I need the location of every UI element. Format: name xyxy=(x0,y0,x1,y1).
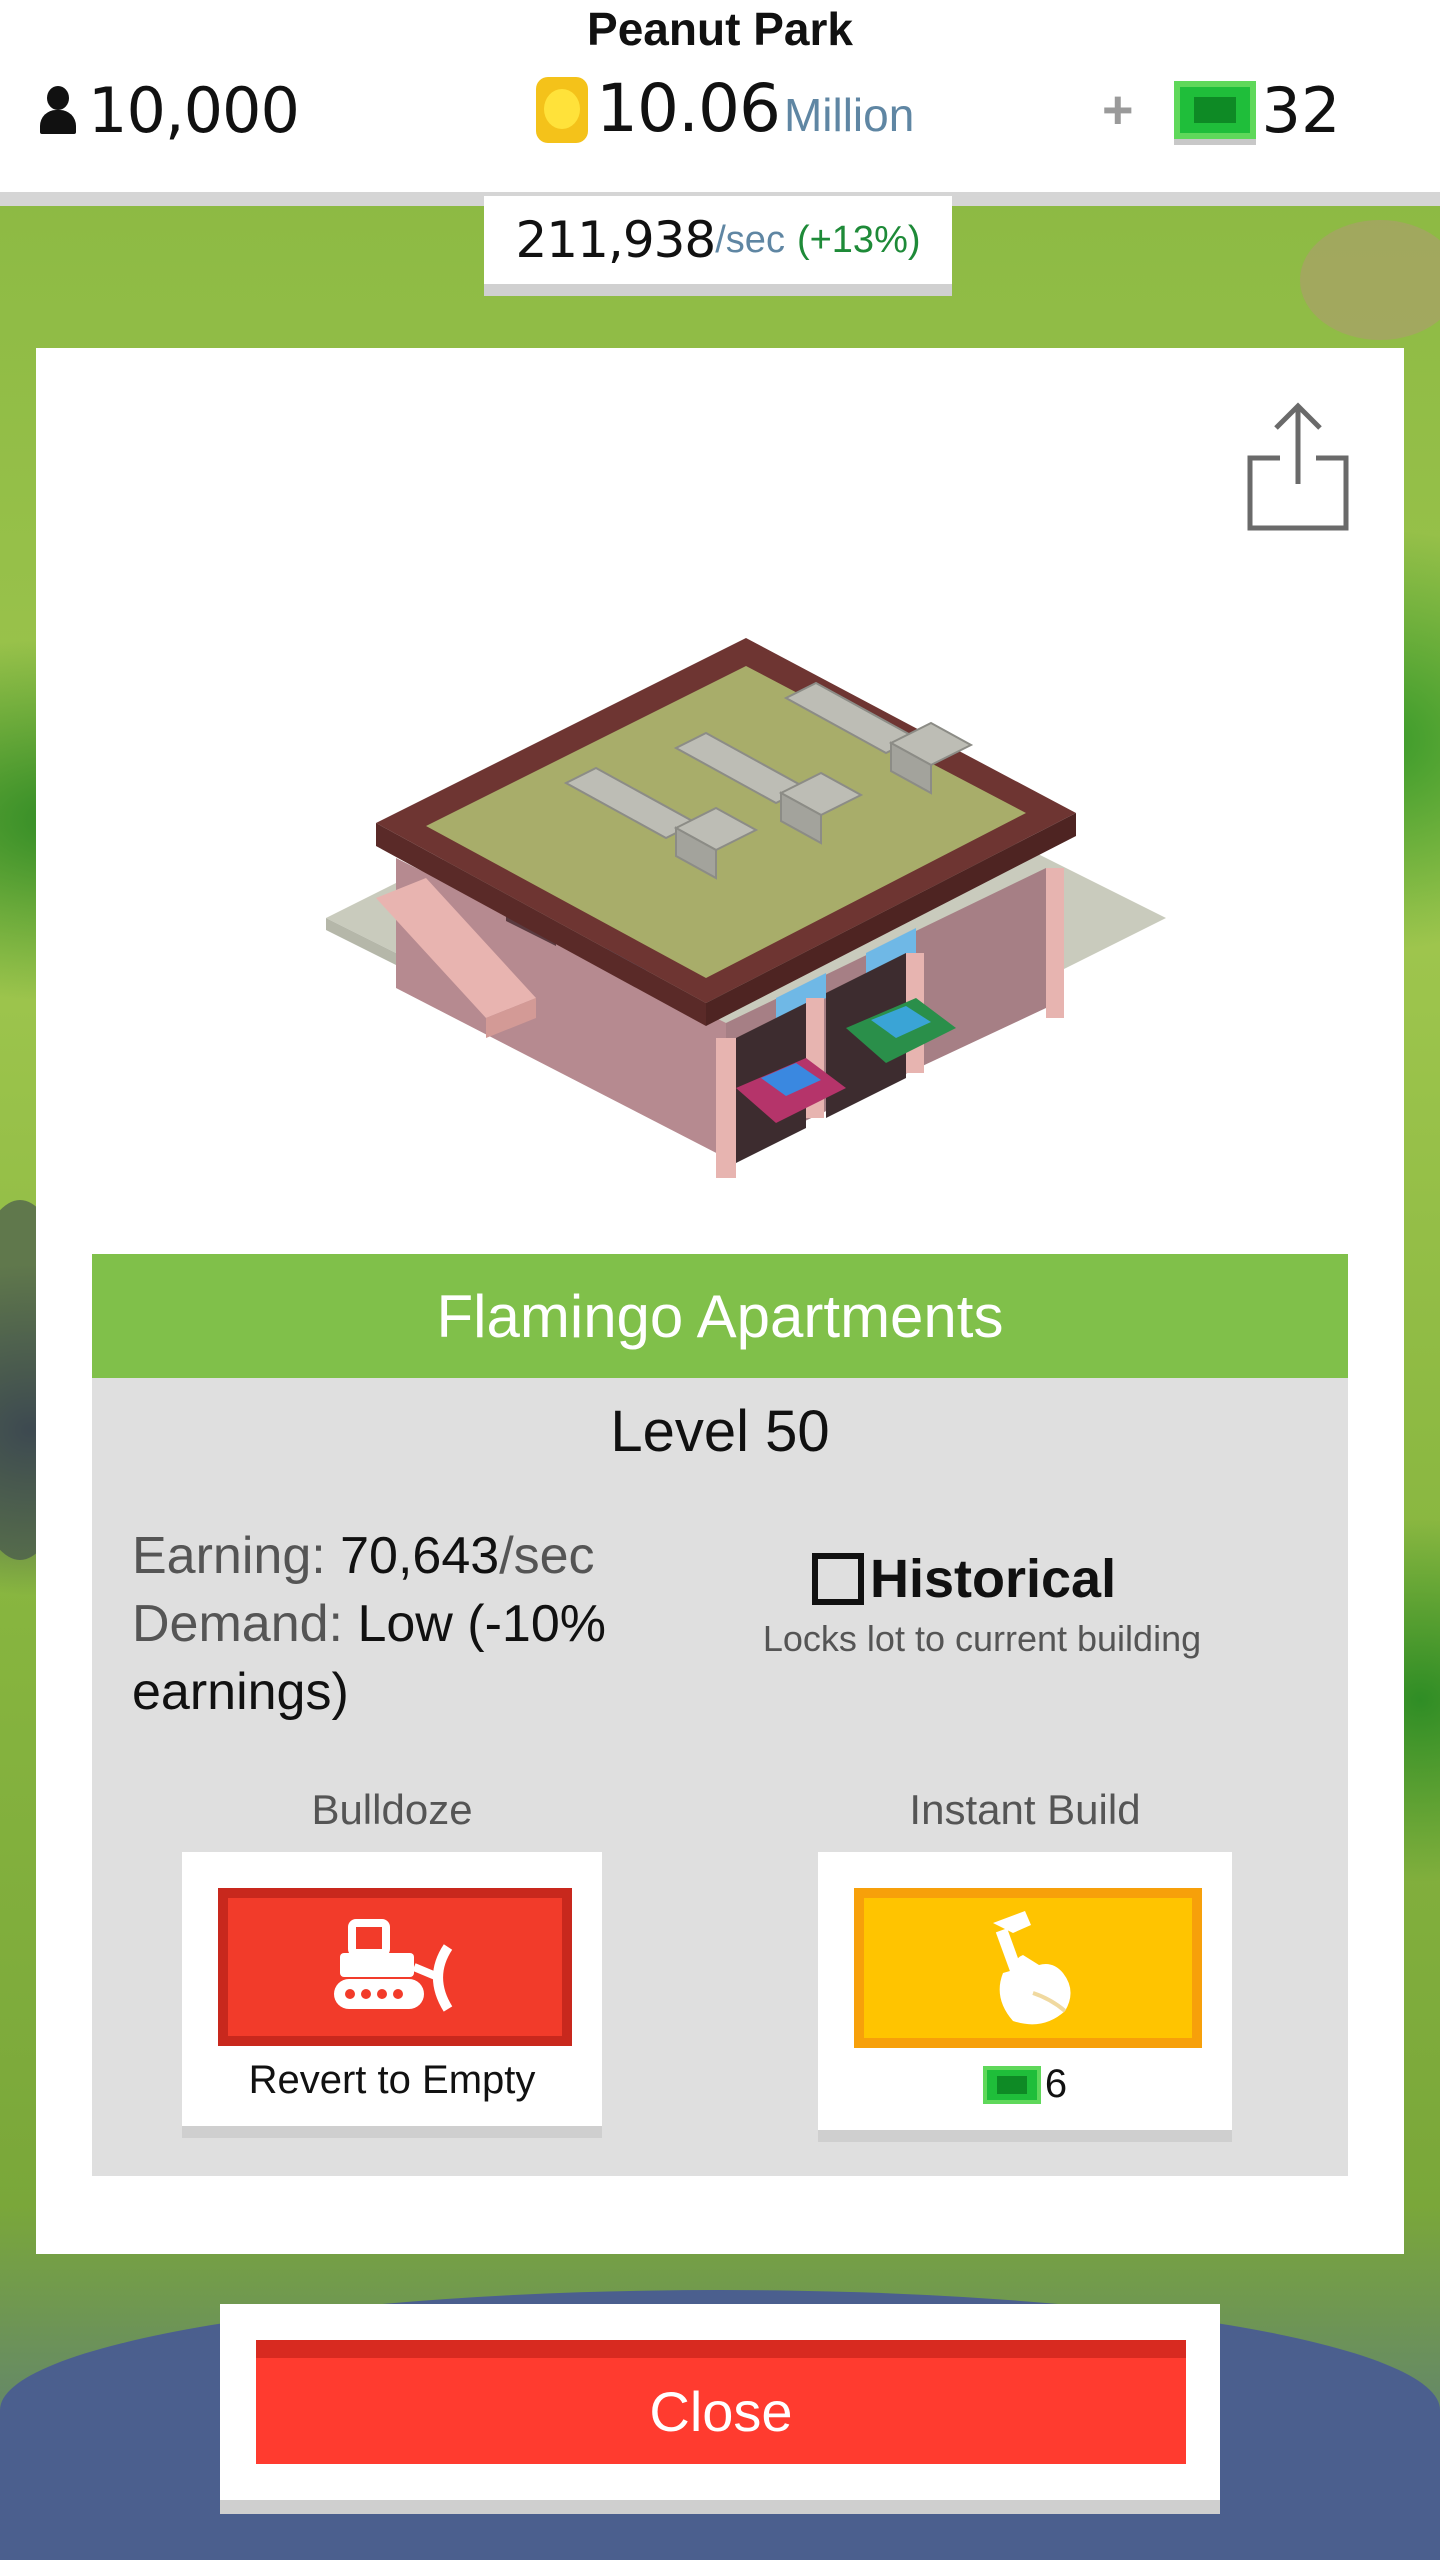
instant-build-button[interactable] xyxy=(854,1888,1202,2048)
population-counter: 10,000 xyxy=(38,72,300,148)
earning-label: Earning: xyxy=(132,1527,326,1585)
money-value: 10.06 xyxy=(596,70,781,147)
cash-icon xyxy=(1173,81,1256,139)
demand-row: Demand: Low (-10% earnings) xyxy=(132,1590,692,1726)
income-rate-tab: 211,938 /sec (+13%) xyxy=(484,196,952,296)
historical-note: Locks lot to current building xyxy=(762,1618,1202,1659)
instant-build-cost-value: 6 xyxy=(1044,2062,1068,2106)
buy-cash-button[interactable]: + xyxy=(1102,79,1134,141)
cash-counter[interactable]: + 32 xyxy=(1102,70,1340,150)
income-bonus: (+13%) xyxy=(796,218,921,261)
coin-icon xyxy=(536,77,588,143)
hammer-hand-icon xyxy=(993,1911,1071,2025)
close-container: Close xyxy=(220,2304,1220,2514)
cash-icon xyxy=(982,2065,1041,2104)
bulldoze-card: Revert to Empty xyxy=(182,1852,602,2138)
background-tree xyxy=(1300,220,1440,340)
historical-checkbox[interactable] xyxy=(812,1553,864,1605)
park-name: Peanut Park xyxy=(587,3,853,55)
earning-unit: /sec xyxy=(499,1527,595,1585)
instant-build-cost: 6 xyxy=(818,2062,1232,2107)
demand-label: Demand: xyxy=(132,1595,343,1653)
income-value: 211,938 xyxy=(515,211,716,269)
instant-build-label: Instant Build xyxy=(909,1786,1141,1833)
income-unit: /sec xyxy=(715,218,785,261)
historical-label[interactable]: Historical xyxy=(870,1548,1116,1610)
bulldoze-button[interactable] xyxy=(218,1888,572,2046)
historical-toggle[interactable]: Historical xyxy=(812,1548,1116,1610)
building-illustration xyxy=(326,638,1166,1178)
building-stats: Earning: 70,643/sec Demand: Low (-10% ea… xyxy=(132,1522,692,1726)
bulldozer-icon xyxy=(334,1919,453,2012)
cash-value: 32 xyxy=(1261,73,1341,147)
building-info-panel: Level 50 Earning: 70,643/sec Demand: Low… xyxy=(92,1378,1348,2176)
earning-row: Earning: 70,643/sec xyxy=(132,1522,692,1590)
instant-build-card: 6 xyxy=(818,1852,1232,2142)
earning-value: 70,643 xyxy=(340,1527,500,1585)
building-level: Level 50 xyxy=(610,1399,830,1464)
top-bar: Peanut Park 10,000 10.06 Million + 32 xyxy=(0,0,1440,206)
building-info-modal: Flamingo Apartments Level 50 Earning: 70… xyxy=(36,348,1404,2254)
share-icon[interactable] xyxy=(1244,398,1354,532)
bulldoze-caption: Revert to Empty xyxy=(248,2058,536,2102)
close-button[interactable]: Close xyxy=(256,2340,1186,2464)
bulldoze-label: Bulldoze xyxy=(311,1786,473,1833)
population-value: 10,000 xyxy=(88,73,300,147)
building-name: Flamingo Apartments xyxy=(92,1254,1348,1378)
money-unit: Million xyxy=(783,89,915,141)
person-icon xyxy=(38,86,78,134)
money-counter: 10.06 Million xyxy=(536,70,914,150)
